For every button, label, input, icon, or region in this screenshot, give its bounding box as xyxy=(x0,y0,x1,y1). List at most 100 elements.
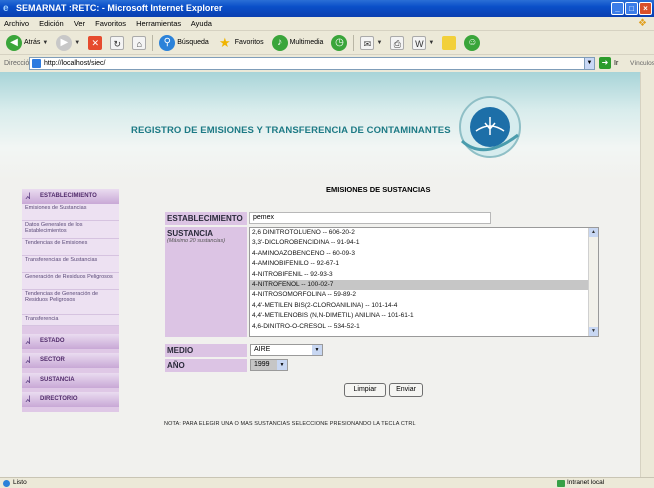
go-arrow-icon[interactable]: ➜ xyxy=(599,57,611,69)
menu-bar: Archivo Edición Ver Favoritos Herramient… xyxy=(0,17,654,31)
folder-button[interactable] xyxy=(440,34,458,52)
refresh-button[interactable]: ↻ xyxy=(108,34,126,52)
page-status-icon xyxy=(3,480,10,487)
address-bar: Dirección http://localhost/siec/ ▼ ➜ Ir … xyxy=(0,56,654,71)
sustancia-option[interactable]: 4-AMINOAZOBENCENO -- 60-09-3 xyxy=(250,249,598,259)
search-label: Búsqueda xyxy=(177,39,209,46)
establecimiento-label: ESTABLECIMIENTO xyxy=(165,212,247,225)
nav-sub-tendencias[interactable]: Tendencias de Emisiones xyxy=(22,239,119,256)
menu-herramientas[interactable]: Herramientas xyxy=(136,19,181,28)
menu-ayuda[interactable]: Ayuda xyxy=(191,19,212,28)
star-icon: ★ xyxy=(218,34,231,50)
nav-leaf-icon: ᖽ xyxy=(25,375,31,385)
nav-estado-label: ESTADO xyxy=(40,338,65,344)
semarnat-logo-icon xyxy=(459,96,521,158)
sustancia-option[interactable]: 4-NITROBIFENIL -- 92-93-3 xyxy=(250,270,598,280)
page-title: EMISIONES DE SUSTANCIAS xyxy=(326,185,431,194)
scroll-up-icon[interactable]: ▲ xyxy=(589,228,598,237)
nav-directorio-label: DIRECTORIO xyxy=(40,396,78,402)
history-button[interactable]: ◷ xyxy=(329,34,349,52)
search-button[interactable]: ⚲ Búsqueda xyxy=(157,34,211,52)
limpiar-button[interactable]: Limpiar xyxy=(344,383,386,397)
sustancia-option[interactable]: 3,3'-DICLOROBENCIDINA -- 91-94-1 xyxy=(250,238,598,248)
multimedia-button[interactable]: ♪ Multimedia xyxy=(270,34,326,52)
stop-button[interactable]: ✕ xyxy=(86,34,104,52)
forward-button[interactable]: ▶ ▼ xyxy=(54,34,82,52)
sustancia-max-note: (Máximo 20 sustancias) xyxy=(167,238,226,244)
menu-ver[interactable]: Ver xyxy=(74,19,85,28)
back-arrow-icon: ◀ xyxy=(6,34,22,51)
maximize-button[interactable]: □ xyxy=(625,2,638,15)
nav-estado[interactable]: ᖽ ESTADO xyxy=(22,334,119,349)
back-dropdown-icon[interactable]: ▼ xyxy=(42,40,48,46)
mail-icon: ✉ xyxy=(360,35,375,50)
enviar-button[interactable]: Enviar xyxy=(389,383,423,397)
header-banner: REGISTRO DE EMISIONES Y TRANSFERENCIA DE… xyxy=(0,72,640,180)
nav-sub-tendencias-residuos[interactable]: Tendencias de Generación de Residuos Pel… xyxy=(22,290,119,315)
menu-edicion[interactable]: Edición xyxy=(39,19,64,28)
menu-favoritos[interactable]: Favoritos xyxy=(95,19,126,28)
sustancia-option[interactable]: 4,4'-METILENOBIS (N,N-DIMETIL) ANILINA -… xyxy=(250,311,598,321)
nav-establecimiento[interactable]: ᖽ ESTABLECIMIENTO xyxy=(22,189,119,204)
nav-sub-generacion-residuos[interactable]: Generación de Residuos Peligrosos xyxy=(22,273,119,290)
nav-directorio[interactable]: ᖽ DIRECTORIO xyxy=(22,392,119,407)
favorites-button[interactable]: ★ Favoritos xyxy=(215,34,266,52)
messenger-button[interactable]: ☺ xyxy=(462,34,482,52)
nav-leaf-icon: ᖽ xyxy=(25,191,31,201)
nav-leaf-icon: ᖽ xyxy=(25,355,31,365)
selection-note: NOTA: PARA ELEGIR UNA O MAS SUSTANCIAS S… xyxy=(164,421,416,427)
toolbar-separator xyxy=(152,34,154,51)
go-button[interactable]: Ir xyxy=(614,56,618,71)
page-scrollbar[interactable] xyxy=(640,72,654,477)
nav-sub-emisiones[interactable]: Emisiones de Sustancias xyxy=(22,204,119,221)
establecimiento-input[interactable]: pemex xyxy=(249,212,491,224)
sustancia-option[interactable]: 4,4'-METILEN BIS(2-CLOROANILINA) -- 101-… xyxy=(250,301,598,311)
refresh-icon: ↻ xyxy=(110,35,125,50)
print-button[interactable]: ⎙ xyxy=(388,34,406,52)
address-dropdown-button[interactable]: ▼ xyxy=(584,57,595,70)
toolbar: ◀ Atrás ▼ ▶ ▼ ✕ ↻ ⌂ ⚲ Búsqueda ★ Favorit… xyxy=(0,31,654,55)
window-controls: _ □ × xyxy=(611,2,652,15)
page-icon xyxy=(32,59,41,68)
address-input[interactable]: http://localhost/siec/ xyxy=(29,57,585,70)
medio-select[interactable]: AIRE ▼ xyxy=(250,344,323,356)
nav-leaf-icon: ᖽ xyxy=(25,394,31,404)
sustancia-option-selected[interactable]: 4-NITROFENOL -- 100-02-7 xyxy=(250,279,598,291)
menu-archivo[interactable]: Archivo xyxy=(4,19,29,28)
nav-sub-transferencias[interactable]: Transferencias de Sustancias xyxy=(22,256,119,273)
toolbar-separator xyxy=(353,34,355,51)
mail-dropdown-icon[interactable]: ▼ xyxy=(376,40,382,46)
links-label[interactable]: Vínculos xyxy=(630,56,654,71)
minimize-button[interactable]: _ xyxy=(611,2,624,15)
back-button[interactable]: ◀ Atrás ▼ xyxy=(4,34,50,52)
scroll-down-icon[interactable]: ▼ xyxy=(589,327,598,336)
forward-dropdown-icon[interactable]: ▼ xyxy=(74,40,80,46)
sustancia-option[interactable]: 2,6 DINITROTOLUENO -- 606-20-2 xyxy=(250,228,598,238)
edit-button[interactable]: W ▼ xyxy=(410,34,436,52)
status-text: Listo xyxy=(13,479,27,486)
nav-sub-datos-generales[interactable]: Datos Generales de los Establecimientos xyxy=(22,221,119,239)
close-button[interactable]: × xyxy=(639,2,652,15)
sustancia-listbox[interactable]: 2,6 DINITROTOLUENO -- 606-20-2 3,3'-DICL… xyxy=(249,227,599,337)
browser-window: e SEMARNAT :RETC: - Microsoft Internet E… xyxy=(0,0,654,488)
window-title: SEMARNAT :RETC: - Microsoft Internet Exp… xyxy=(16,3,223,13)
listbox-scrollbar[interactable]: ▲ ▼ xyxy=(588,228,598,336)
forward-arrow-icon: ▶ xyxy=(56,34,73,51)
folder-icon xyxy=(442,35,457,50)
edit-dropdown-icon[interactable]: ▼ xyxy=(428,40,434,46)
nav-sustancia[interactable]: ᖽ SUSTANCIA xyxy=(22,373,119,388)
sustancia-option[interactable]: 4-NITROSOMORFOLINA -- 59-89-2 xyxy=(250,290,598,300)
intranet-zone-icon xyxy=(557,480,565,487)
multimedia-label: Multimedia xyxy=(289,39,324,46)
home-button[interactable]: ⌂ xyxy=(130,34,148,52)
anio-select[interactable]: 1999 ▼ xyxy=(250,359,288,371)
sustancia-option[interactable]: 4-AMINOBIFENILO -- 92-67-1 xyxy=(250,259,598,269)
medio-select-value: AIRE xyxy=(254,346,271,353)
sustancia-option[interactable]: 4,6-DINITRO-O-CRESOL -- 534-52-1 xyxy=(250,322,598,332)
nav-sub-transferencia[interactable]: Transferencia xyxy=(22,315,119,326)
home-icon: ⌂ xyxy=(132,35,147,50)
nav-sector-label: SECTOR xyxy=(40,357,65,363)
search-icon: ⚲ xyxy=(159,34,176,51)
nav-sector[interactable]: ᖽ SECTOR xyxy=(22,353,119,368)
mail-button[interactable]: ✉ ▼ xyxy=(358,34,384,52)
